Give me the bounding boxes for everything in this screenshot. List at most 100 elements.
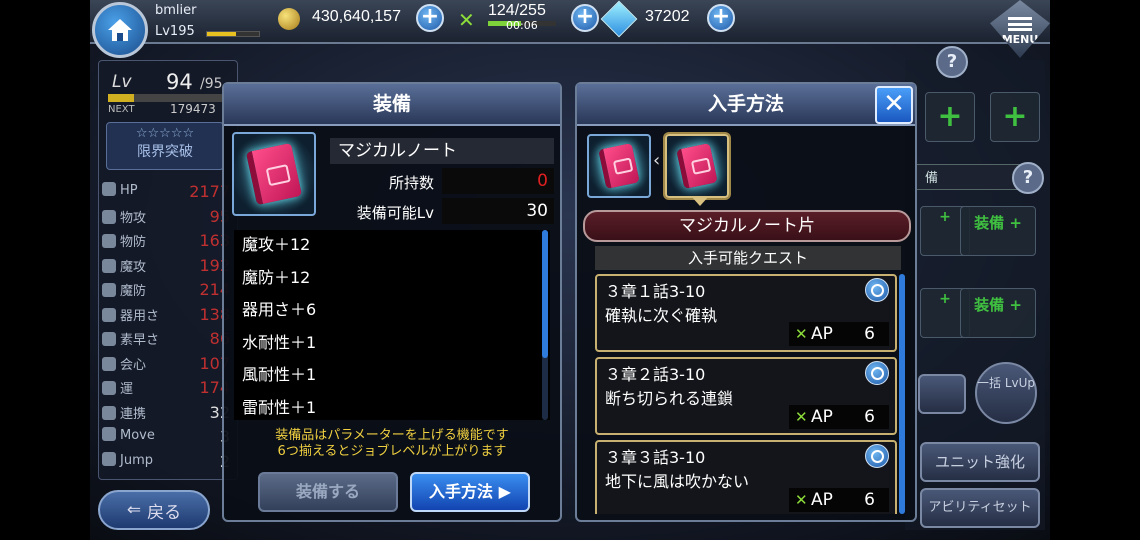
unit-level-label: Lv — [112, 72, 132, 92]
stat-icon — [102, 427, 116, 441]
equip-description-line1: 装備品はパラメーターを上げる機能です — [275, 428, 509, 443]
add-gil-button[interactable]: + — [416, 4, 444, 32]
quest-ap-cost: ✕ AP 6 — [789, 405, 889, 429]
quest-list[interactable]: ３章１話3-10 確執に次ぐ確執 ✕ AP 6 ３章２話3-10 断ち切られる連… — [595, 274, 897, 514]
unit-stat-row: 素早さ 86 — [102, 329, 234, 351]
quest-code: ３章３話3-10 — [605, 448, 706, 467]
batch-equip-button-bg — [918, 374, 966, 414]
unit-stat-row: 会心 107 — [102, 354, 234, 376]
back-button[interactable]: ⇐ 戻る — [98, 490, 210, 530]
unit-stat-label: 物防 — [120, 235, 147, 250]
ap-swords-icon: ✕ — [458, 8, 475, 32]
equip-panel: 装備 マジカルノート 所持数 0 装備可能Lv 30 魔攻＋12 魔防＋12 器… — [222, 82, 562, 522]
quest-item[interactable]: ３章１話3-10 確執に次ぐ確執 ✕ AP 6 — [595, 274, 897, 352]
fragment-name: マジカルノート片 — [583, 210, 911, 242]
stat-icon — [102, 209, 116, 224]
quest-code: ３章２話3-10 — [605, 365, 706, 384]
batch-lvup-button[interactable]: 一括 LvUp — [975, 362, 1037, 424]
equip-level-value: 30 — [442, 198, 554, 224]
unit-stat-row: HP 2177 — [102, 182, 234, 204]
gil-amount: 430,640,157 — [312, 8, 401, 25]
search-icon[interactable] — [865, 278, 889, 302]
unit-stat-label: 会心 — [120, 357, 147, 373]
ap-swords-icon: ✕ — [795, 325, 808, 343]
help-icon[interactable]: ? — [936, 46, 968, 78]
stat-icon — [102, 283, 116, 297]
stat-icon — [102, 258, 116, 273]
equip-slot-4[interactable]: 装備 + — [960, 206, 1036, 256]
obtain-method-button[interactable]: 入手方法 ▶ — [410, 472, 530, 512]
ability-set-button[interactable]: アビリティセット — [920, 488, 1040, 528]
stat-icon — [102, 405, 116, 420]
item-stat: 魔攻＋12 — [242, 235, 311, 254]
quest-item[interactable]: ３章３話3-10 地下に風は吹かない ✕ AP 6 — [595, 440, 897, 514]
unit-stat-label: Jump — [120, 452, 153, 468]
stat-icon — [102, 234, 116, 248]
unit-stat-label: 魔防 — [120, 284, 147, 299]
stats-scrollbar[interactable] — [542, 230, 548, 420]
unit-stat-label: 魔攻 — [120, 259, 147, 275]
equip-slot-6[interactable]: 装備 + — [960, 288, 1036, 338]
unit-level: 94 — [166, 70, 193, 94]
item-stats-list[interactable]: 魔攻＋12 魔防＋12 器用さ＋6 水耐性＋1 風耐性＋1 雷耐性＋1 — [234, 230, 550, 420]
ap-timer: 00:06 — [506, 19, 538, 32]
home-icon — [108, 19, 132, 41]
unit-stat-label: 素早さ — [120, 333, 160, 348]
batch-lvup-label: 一括 LvUp — [977, 376, 1036, 390]
owned-value: 0 — [442, 168, 554, 194]
close-button[interactable]: ✕ — [875, 86, 913, 124]
item-stat: 風耐性＋1 — [242, 365, 317, 384]
magical-notebook-icon — [598, 142, 640, 190]
player-exp-fill — [207, 32, 236, 36]
search-icon[interactable] — [865, 444, 889, 468]
menu-hamburger-icon — [1008, 16, 1032, 31]
unit-stat-row: 魔攻 192 — [102, 256, 234, 278]
fragment-thumb-button[interactable] — [665, 134, 729, 198]
ap-swords-icon: ✕ — [795, 408, 808, 426]
limit-break-label: 限界突破 — [137, 144, 193, 160]
gil-coin-icon — [278, 8, 300, 30]
letterbox-right — [1050, 0, 1140, 540]
unit-stat-label: 物攻 — [120, 210, 147, 226]
next-exp-value: 179473 — [170, 102, 216, 116]
equip-slot-4-label: 装備 — [974, 214, 1005, 232]
quest-scroll-thumb[interactable] — [899, 274, 905, 514]
game-screen: bmlier Lv195 430,640,157 + ✕ 124/255 00:… — [0, 0, 1140, 540]
add-lapis-button[interactable]: + — [707, 4, 735, 32]
add-equip-slot-2[interactable]: + — [990, 92, 1040, 142]
equip-header-text: 備 — [925, 171, 939, 186]
item-thumb-button[interactable] — [587, 134, 651, 198]
equip-panel-title: 装備 — [224, 84, 560, 126]
item-name: マジカルノート — [330, 138, 554, 164]
quest-title: 断ち切られる連鎖 — [605, 389, 734, 408]
obtain-panel-title: 入手方法 — [577, 84, 915, 126]
unit-stat-row: 物防 163 — [102, 231, 234, 253]
unit-stat-row: Jump2 — [102, 451, 234, 474]
limit-break-stars: ☆☆☆☆☆ — [135, 126, 195, 141]
quest-ap-label: AP — [811, 324, 833, 344]
quest-title: 地下に風は吹かない — [605, 472, 750, 491]
equip-header-bg: 備 — [916, 164, 1020, 190]
limit-break-box[interactable]: ☆☆☆☆☆ 限界突破 — [106, 122, 224, 170]
ability-set-label: アビリティセット — [928, 500, 1032, 515]
search-icon[interactable] — [865, 361, 889, 385]
next-label: NEXT — [108, 104, 135, 115]
item-stat: 魔防＋12 — [242, 267, 311, 287]
home-button[interactable] — [92, 2, 148, 58]
stat-icon — [102, 307, 116, 322]
notebook-fragment-icon — [676, 142, 718, 190]
unit-stat-row: 魔防 214 — [102, 280, 234, 302]
ap-swords-icon: ✕ — [795, 491, 808, 509]
item-stat: 器用さ＋6 — [242, 300, 317, 319]
stat-icon — [102, 182, 116, 196]
unit-enhance-button[interactable]: ユニット強化 — [920, 442, 1040, 482]
stat-icon — [102, 332, 116, 346]
help-icon-2[interactable]: ? — [1012, 162, 1044, 194]
stats-scroll-thumb[interactable] — [542, 230, 548, 358]
add-ap-button[interactable]: + — [571, 4, 599, 32]
equip-level-label: 装備可能Lv — [356, 204, 434, 222]
equip-button[interactable]: 装備する — [258, 472, 398, 512]
quest-scrollbar[interactable] — [899, 274, 905, 514]
quest-item[interactable]: ３章２話3-10 断ち切られる連鎖 ✕ AP 6 — [595, 357, 897, 435]
add-equip-slot-1[interactable]: + — [925, 92, 975, 142]
